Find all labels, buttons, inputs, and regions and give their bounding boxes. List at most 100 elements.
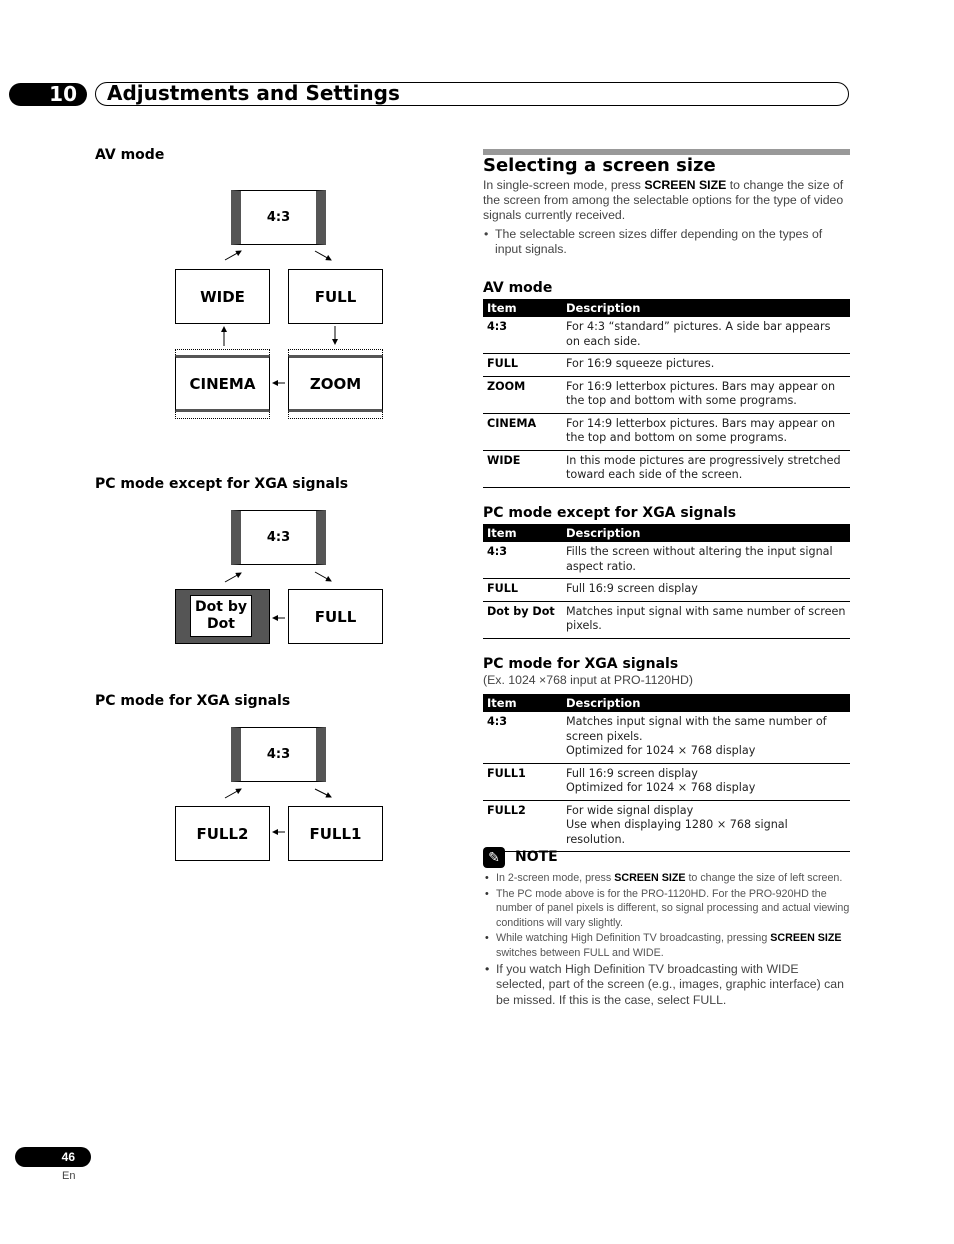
screen-label-line1: Dot by [195,599,247,615]
av-mode-table: Item Description 4:3 For 4:3 “standard” p… [483,299,850,488]
xga-screen-full1: FULL1 [288,806,383,861]
row-description: Full 16:9 screen display Optimized for 10… [562,763,850,801]
row-item: 4:3 [483,712,562,764]
screen-label: FULL2 [196,824,249,843]
row-description: Matches input signal with same number of… [562,601,850,639]
description-line: Matches input signal with the same numbe… [566,715,827,743]
arrow-dbd-to-43 [224,572,242,583]
note-text: to change the size of left screen. [685,872,843,884]
av-table-title: AV mode [483,280,553,296]
screen-label: 4:3 [266,530,291,545]
note-text: switches between FULL and WIDE. [496,946,664,959]
description-line: For wide signal display [566,803,694,817]
note-item: While watching High Definition TV broadc… [483,931,850,960]
row-item: ZOOM [483,376,562,414]
row-item: 4:3 [483,542,562,579]
column-header-item: Item [483,694,562,712]
table-row: 4:3 For 4:3 “standard” pictures. A side b… [483,317,850,354]
screen-label: 4:3 [266,747,291,762]
arrow-43-to-full [314,250,332,261]
row-item: Dot by Dot [483,601,562,639]
table-row: Dot by Dot Matches input signal with same… [483,601,850,639]
screen-label: FULL1 [309,824,362,843]
description-line: Optimized for 1024 × 768 display [566,744,756,757]
row-description: Full 16:9 screen display [562,578,850,602]
pc-xga-table-title: PC mode for XGA signals [483,656,679,672]
row-description: Fills the screen without altering the in… [562,542,850,579]
screen-label: CINEMA [189,374,256,393]
arrow-wide-to-43 [224,250,242,261]
chapter-number-badge: 10 [9,83,87,106]
row-description: For 16:9 letterbox pictures. Bars may ap… [562,376,850,414]
table-row: CINEMA For 14:9 letterbox pictures. Bars … [483,413,850,451]
pencil-icon: ✎ [483,847,505,868]
bullet-text: The selectable screen sizes differ depen… [495,227,823,256]
screen-label: FULL [314,287,357,306]
xga-screen-full2: FULL2 [175,806,270,861]
section-title: Selecting a screen size [483,155,716,176]
note-list: In 2-screen mode, press SCREEN SIZE to c… [483,871,850,1009]
row-description: For wide signal display Use when displayi… [562,800,850,852]
screen-label: ZOOM [309,374,362,393]
pc-xga-table-subtitle: (Ex. 1024 ×768 input at PRO-1120HD) [483,673,693,687]
screen-label: WIDE [200,287,245,306]
table-row: FULL2 For wide signal display Use when dis… [483,800,850,852]
row-item: FULL [483,578,562,602]
screen-label: 4:3 [266,210,291,225]
av-screen-cinema: CINEMA [175,355,270,412]
pc-screen-4-3: 4:3 [231,510,326,565]
av-screen-full: FULL [288,269,383,324]
chapter-title: Adjustments and Settings [107,81,400,105]
note-item: If you watch High Definition TV broadcas… [483,962,850,1009]
row-item: FULL [483,353,562,377]
description-line: Optimized for 1024 × 768 display [566,781,756,794]
row-description: In this mode pictures are progressively … [562,450,850,488]
table-row: ZOOM For 16:9 letterbox pictures. Bars ma… [483,376,850,414]
row-description: For 14:9 letterbox pictures. Bars may ap… [562,413,850,451]
pc-xga-diagram-heading: PC mode for XGA signals [95,693,291,709]
note-text: While watching High Definition TV broadc… [496,932,771,945]
dot-by-dot-inner: Dot by Dot [190,595,252,637]
pc-except-xga-table-title: PC mode except for XGA signals [483,505,737,521]
pc-screen-dot-by-dot: Dot by Dot [175,589,270,644]
table-row: FULL1 Full 16:9 screen display Optimized f… [483,763,850,801]
column-header-description: Description [562,299,850,317]
note-text: The PC mode above is for the PRO-1120HD.… [496,887,850,929]
note-label: NOTE [515,849,558,865]
note-text: In 2-screen mode, press [496,872,615,884]
av-screen-4-3: 4:3 [231,190,326,245]
page-language: En [62,1170,76,1182]
section-bullet: • The selectable screen sizes differ depe… [483,227,850,257]
table-row: FULL For 16:9 squeeze pictures. [483,353,850,377]
column-header-description: Description [562,524,850,542]
table-row: WIDE In this mode pictures are progressiv… [483,450,850,488]
intro-text: In single-screen mode, press [483,178,645,192]
column-header-item: Item [483,299,562,317]
xga-screen-4-3: 4:3 [231,727,326,782]
row-item: 4:3 [483,317,562,354]
screen-label-line2: Dot [207,616,235,632]
pc-screen-full: FULL [288,589,383,644]
pc-except-xga-diagram-heading: PC mode except for XGA signals [95,476,349,492]
screen-size-key: SCREEN SIZE [770,932,842,945]
pc-except-xga-table: Item Description 4:3 Fills the screen wit… [483,524,850,639]
table-row: 4:3 Matches input signal with the same nu… [483,712,850,764]
page-number: 46 [15,1147,91,1167]
arrow-43-to-full-pc [314,571,332,582]
section-intro: In single-screen mode, press SCREEN SIZE… [483,178,853,223]
screen-size-key: SCREEN SIZE [644,178,727,192]
table-row: FULL Full 16:9 screen display [483,578,850,602]
av-screen-zoom: ZOOM [288,355,383,412]
arrow-full2-to-43 [224,788,242,799]
description-line: Use when displaying 1280 × 768 signal re… [566,818,788,846]
av-screen-wide: WIDE [175,269,270,324]
column-header-item: Item [483,524,562,542]
description-line: Full 16:9 screen display [566,766,698,780]
arrow-43-to-full1 [314,788,332,798]
row-item: CINEMA [483,413,562,451]
screen-size-key: SCREEN SIZE [614,872,686,884]
av-mode-diagram-heading: AV mode [95,147,165,163]
table-row: 4:3 Fills the screen without altering the… [483,542,850,579]
screen-label: FULL [314,607,357,626]
column-header-description: Description [562,694,850,712]
